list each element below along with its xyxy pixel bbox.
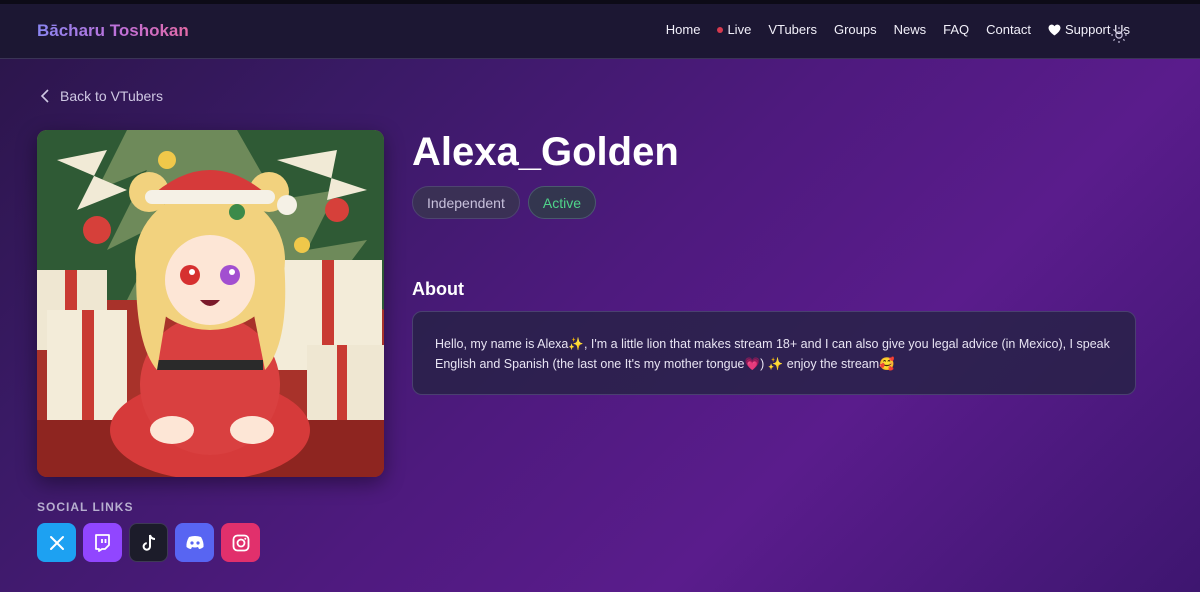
nav-live-label: Live: [727, 22, 752, 37]
about-heading: About: [412, 279, 464, 299]
x-icon: [49, 535, 64, 550]
nav-groups[interactable]: Groups: [834, 22, 877, 37]
nav-faq[interactable]: FAQ: [943, 22, 969, 37]
independent-badge: Independent: [412, 186, 520, 219]
tiktok-link[interactable]: [129, 523, 168, 562]
about-box: Hello, my name is Alexa✨, I'm a little l…: [412, 311, 1136, 395]
instagram-link[interactable]: [221, 523, 260, 562]
twitch-icon: [95, 533, 110, 552]
back-to-vtubers-link[interactable]: Back to VTubers: [40, 88, 163, 104]
instagram-icon: [232, 534, 249, 551]
nav-vtubers-label: VTubers: [768, 22, 817, 37]
chevron-left-icon: [40, 89, 49, 103]
avatar-illustration: [37, 130, 384, 477]
vtuber-avatar: [37, 130, 384, 477]
tiktok-icon: [142, 534, 155, 551]
nav-faq-label: FAQ: [943, 22, 970, 37]
vtuber-name: Alexa_Golden: [412, 130, 679, 174]
brand-logo[interactable]: Bācharu Toshokan: [37, 21, 189, 41]
active-badge: Active: [527, 186, 596, 219]
back-link-label: Back to VTubers: [60, 88, 163, 104]
sun-icon[interactable]: [1110, 26, 1128, 44]
heart-icon: [1048, 24, 1061, 35]
status-badges: Independent Active: [412, 186, 596, 219]
nav-groups-label: Groups: [833, 22, 877, 37]
nav-live[interactable]: Live: [717, 22, 751, 37]
social-links-heading: SOCIAL LINKS: [37, 500, 134, 514]
nav-vtubers[interactable]: VTubers: [768, 22, 817, 37]
navbar: Bācharu Toshokan Home Live VTubers Group…: [0, 4, 1200, 59]
nav-contact[interactable]: Contact: [986, 22, 1031, 37]
social-links: [37, 523, 260, 562]
nav-contact-label: Contact: [986, 22, 1031, 37]
nav-home[interactable]: Home: [666, 22, 701, 37]
discord-link[interactable]: [175, 523, 214, 562]
discord-icon: [185, 536, 204, 549]
nav-news-label: News: [893, 22, 927, 37]
nav-home-label: Home: [665, 22, 701, 37]
twitch-link[interactable]: [83, 523, 122, 562]
nav-links: Home Live VTubers Groups News FAQ Contac…: [666, 22, 1130, 37]
live-dot-icon: [717, 26, 724, 33]
about-text: Hello, my name is Alexa✨, I'm a little l…: [435, 337, 1110, 371]
nav-news[interactable]: News: [894, 22, 927, 37]
x-link[interactable]: [37, 523, 76, 562]
